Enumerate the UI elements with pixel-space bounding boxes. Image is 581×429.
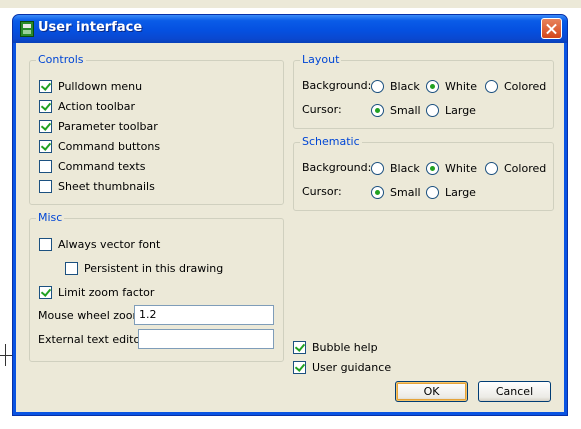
user-guidance-option[interactable]: User guidance [293, 360, 391, 374]
close-button[interactable] [541, 18, 562, 39]
layout-background-black-radio[interactable] [371, 79, 384, 93]
layout-background-row: Background: Black White Colored [302, 79, 552, 93]
schematic-cursor-small-radio[interactable] [371, 185, 384, 199]
layout-cursor-large-radio[interactable] [426, 103, 439, 117]
schematic-background-row: Background: Black White Colored [302, 161, 552, 175]
pulldown-menu-checkbox[interactable] [39, 79, 52, 93]
sheet-thumbnails-label: Sheet thumbnails [58, 179, 155, 193]
schematic-background-white[interactable]: White [426, 161, 477, 175]
layout-background-colored-label: Colored [504, 79, 547, 93]
command-buttons-option[interactable]: Command buttons [39, 139, 160, 153]
schematic-cursor-small[interactable]: Small [371, 185, 421, 199]
layout-cursor-small-label: Small [390, 103, 421, 117]
action-toolbar-option[interactable]: Action toolbar [39, 99, 135, 113]
layout-cursor-small[interactable]: Small [371, 103, 421, 117]
controls-group-title: Controls [36, 53, 86, 66]
layout-cursor-large[interactable]: Large [426, 103, 476, 117]
command-buttons-label: Command buttons [58, 139, 161, 153]
pulldown-menu-label: Pulldown menu [58, 79, 143, 93]
command-buttons-checkbox[interactable] [39, 139, 52, 153]
always-vector-font-checkbox[interactable] [39, 237, 52, 251]
ok-button[interactable]: OK [395, 381, 468, 402]
schematic-group: Schematic Background: Black White Colore… [293, 136, 554, 211]
external-text-editor-label: External text editor [38, 333, 145, 346]
limit-zoom-checkbox[interactable] [39, 285, 52, 299]
schematic-cursor-large-label: Large [445, 185, 476, 199]
schematic-cursor-row: Cursor: Small Large [302, 185, 552, 199]
schematic-cursor-large[interactable]: Large [426, 185, 476, 199]
schematic-cursor-small-label: Small [390, 185, 421, 199]
title-bar[interactable]: User interface [13, 15, 567, 43]
schematic-background-colored-label: Colored [504, 161, 547, 175]
crosshair-cursor-icon [0, 344, 12, 366]
layout-background-black[interactable]: Black [371, 79, 420, 93]
pulldown-menu-option[interactable]: Pulldown menu [39, 79, 142, 93]
schematic-cursor-label: Cursor: [302, 185, 342, 198]
layout-cursor-small-radio[interactable] [371, 103, 384, 117]
user-guidance-label: User guidance [312, 360, 392, 374]
desktop-background [0, 0, 581, 8]
command-texts-option[interactable]: Command texts [39, 159, 145, 173]
action-toolbar-label: Action toolbar [58, 99, 136, 113]
command-texts-label: Command texts [58, 159, 146, 173]
bubble-help-checkbox[interactable] [293, 340, 306, 354]
misc-group-title: Misc [36, 211, 65, 224]
parameter-toolbar-option[interactable]: Parameter toolbar [39, 119, 158, 133]
persistent-checkbox[interactable] [65, 261, 78, 275]
action-toolbar-checkbox[interactable] [39, 99, 52, 113]
mouse-wheel-zoom-label: Mouse wheel zoom [38, 309, 144, 322]
cancel-button[interactable]: Cancel [478, 381, 551, 402]
schematic-cursor-large-radio[interactable] [426, 185, 439, 199]
schematic-background-colored-radio[interactable] [485, 161, 498, 175]
sheet-thumbnails-checkbox[interactable] [39, 179, 52, 193]
schematic-background-black-label: Black [390, 161, 420, 175]
parameter-toolbar-label: Parameter toolbar [58, 119, 158, 133]
external-text-editor-input[interactable] [138, 329, 274, 349]
persistent-label: Persistent in this drawing [84, 261, 224, 275]
window-title: User interface [38, 20, 143, 35]
command-texts-checkbox[interactable] [39, 159, 52, 173]
layout-background-colored-radio[interactable] [485, 79, 498, 93]
layout-cursor-row: Cursor: Small Large [302, 103, 552, 117]
schematic-group-title: Schematic [300, 135, 362, 148]
layout-background-black-label: Black [390, 79, 420, 93]
sheet-thumbnails-option[interactable]: Sheet thumbnails [39, 179, 155, 193]
schematic-background-label: Background: [302, 161, 372, 174]
bubble-help-label: Bubble help [312, 340, 378, 354]
layout-group: Layout Background: Black White Colored C… [293, 54, 554, 129]
controls-group: Controls Pulldown menu Action toolbar Pa… [29, 54, 284, 205]
layout-background-colored[interactable]: Colored [485, 79, 546, 93]
misc-group: Misc Always vector font Persistent in th… [29, 212, 284, 362]
mouse-wheel-zoom-input[interactable]: 1.2 [134, 305, 274, 325]
schematic-background-white-label: White [445, 161, 477, 175]
layout-background-white[interactable]: White [426, 79, 477, 93]
schematic-background-black[interactable]: Black [371, 161, 420, 175]
parameter-toolbar-checkbox[interactable] [39, 119, 52, 133]
always-vector-font-label: Always vector font [58, 237, 161, 251]
user-guidance-checkbox[interactable] [293, 360, 306, 374]
limit-zoom-option[interactable]: Limit zoom factor [39, 285, 154, 299]
persistent-option[interactable]: Persistent in this drawing [65, 261, 223, 275]
layout-background-label: Background: [302, 79, 372, 92]
schematic-background-white-radio[interactable] [426, 161, 439, 175]
dialog-client-area: Controls Pulldown menu Action toolbar Pa… [16, 43, 564, 412]
layout-cursor-label: Cursor: [302, 103, 342, 116]
always-vector-font-option[interactable]: Always vector font [39, 237, 160, 251]
app-icon [20, 21, 34, 37]
layout-background-white-label: White [445, 79, 477, 93]
layout-background-white-radio[interactable] [426, 79, 439, 93]
user-interface-dialog: User interface Controls Pulldown menu Ac… [12, 14, 568, 416]
schematic-background-black-radio[interactable] [371, 161, 384, 175]
limit-zoom-label: Limit zoom factor [58, 285, 155, 299]
schematic-background-colored[interactable]: Colored [485, 161, 546, 175]
layout-group-title: Layout [300, 53, 342, 66]
bubble-help-option[interactable]: Bubble help [293, 340, 378, 354]
layout-cursor-large-label: Large [445, 103, 476, 117]
